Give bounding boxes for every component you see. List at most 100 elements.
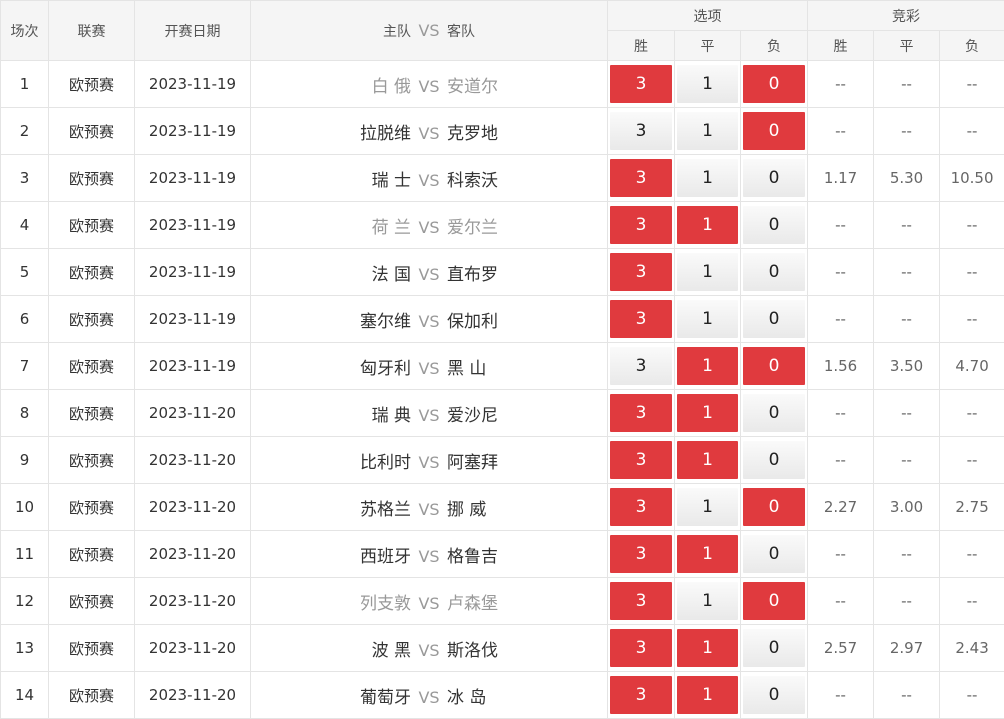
odds-lose: 4.70 [940, 343, 1004, 390]
table-row: 7欧预赛2023-11-19匈牙利VS黑 山3101.563.504.70 [1, 343, 1004, 390]
league-name: 欧预赛 [49, 390, 135, 437]
option-win-button[interactable]: 3 [610, 629, 672, 667]
option-cell: 1 [675, 390, 741, 437]
option-lose-button[interactable]: 0 [743, 535, 805, 573]
option-draw-button[interactable]: 1 [677, 65, 738, 103]
odds-lose: -- [940, 202, 1004, 249]
option-win-button[interactable]: 3 [610, 300, 672, 338]
option-lose-button[interactable]: 0 [743, 300, 805, 338]
odds-draw: 2.97 [874, 625, 940, 672]
option-lose-button[interactable]: 0 [743, 112, 805, 150]
teams-cell: 瑞 士VS科索沃 [251, 155, 608, 202]
odds-draw: -- [874, 296, 940, 343]
away-team: 安道尔 [447, 72, 607, 97]
option-lose-button[interactable]: 0 [743, 159, 805, 197]
teams-cell: 列支敦VS卢森堡 [251, 578, 608, 625]
option-cell: 0 [741, 343, 808, 390]
table-row: 14欧预赛2023-11-20葡萄牙VS冰 岛310------ [1, 672, 1004, 719]
option-cell: 3 [608, 296, 675, 343]
league-name: 欧预赛 [49, 343, 135, 390]
option-win-button[interactable]: 3 [610, 582, 672, 620]
option-draw-button[interactable]: 1 [677, 535, 738, 573]
home-team: 列支敦 [251, 589, 411, 614]
option-win-button[interactable]: 3 [610, 676, 672, 714]
match-num: 10 [1, 484, 49, 531]
option-win-button[interactable]: 3 [610, 159, 672, 197]
option-win-button[interactable]: 3 [610, 488, 672, 526]
option-cell: 1 [675, 155, 741, 202]
home-team: 法 国 [251, 260, 411, 285]
match-num: 12 [1, 578, 49, 625]
option-win-button[interactable]: 3 [610, 394, 672, 432]
teams-cell: 荷 兰VS爱尔兰 [251, 202, 608, 249]
option-cell: 1 [675, 249, 741, 296]
teams-cell: 法 国VS直布罗 [251, 249, 608, 296]
option-draw-button[interactable]: 1 [677, 347, 738, 385]
odds-lose: -- [940, 578, 1004, 625]
option-draw-button[interactable]: 1 [677, 206, 738, 244]
away-team: 爱尔兰 [447, 213, 607, 238]
header-away: 客队 [447, 21, 607, 41]
match-date: 2023-11-19 [135, 296, 251, 343]
teams-cell: 匈牙利VS黑 山 [251, 343, 608, 390]
away-team: 斯洛伐 [447, 636, 607, 661]
option-cell: 3 [608, 390, 675, 437]
vs-label: VS [411, 641, 447, 660]
option-lose-button[interactable]: 0 [743, 582, 805, 620]
odds-win: -- [808, 202, 874, 249]
odds-win: -- [808, 296, 874, 343]
option-draw-button[interactable]: 1 [677, 112, 738, 150]
odds-draw: -- [874, 249, 940, 296]
match-table: 场次 联赛 开赛日期 主队VS客队 选项 竞彩 胜 平 负 胜 平 负 1欧预赛… [0, 0, 1004, 719]
option-cell: 0 [741, 296, 808, 343]
home-team: 白 俄 [251, 72, 411, 97]
league-name: 欧预赛 [49, 578, 135, 625]
option-lose-button[interactable]: 0 [743, 629, 805, 667]
option-draw-button[interactable]: 1 [677, 253, 738, 291]
option-lose-button[interactable]: 0 [743, 253, 805, 291]
option-cell: 0 [741, 202, 808, 249]
table-row: 13欧预赛2023-11-20波 黑VS斯洛伐3102.572.972.43 [1, 625, 1004, 672]
option-cell: 3 [608, 578, 675, 625]
option-lose-button[interactable]: 0 [743, 441, 805, 479]
option-draw-button[interactable]: 1 [677, 629, 738, 667]
option-win-button[interactable]: 3 [610, 65, 672, 103]
teams-cell: 葡萄牙VS冰 岛 [251, 672, 608, 719]
option-draw-button[interactable]: 1 [677, 300, 738, 338]
odds-win: -- [808, 61, 874, 108]
option-win-button[interactable]: 3 [610, 347, 672, 385]
vs-label: VS [411, 453, 447, 472]
match-num: 1 [1, 61, 49, 108]
option-cell: 3 [608, 249, 675, 296]
option-lose-button[interactable]: 0 [743, 488, 805, 526]
option-lose-button[interactable]: 0 [743, 676, 805, 714]
odds-draw: -- [874, 390, 940, 437]
option-win-button[interactable]: 3 [610, 206, 672, 244]
option-draw-button[interactable]: 1 [677, 394, 738, 432]
table-header: 场次 联赛 开赛日期 主队VS客队 选项 竞彩 胜 平 负 胜 平 负 [1, 1, 1004, 61]
league-name: 欧预赛 [49, 625, 135, 672]
option-win-button[interactable]: 3 [610, 441, 672, 479]
option-draw-button[interactable]: 1 [677, 441, 738, 479]
table-row: 11欧预赛2023-11-20西班牙VS格鲁吉310------ [1, 531, 1004, 578]
league-name: 欧预赛 [49, 155, 135, 202]
option-lose-button[interactable]: 0 [743, 206, 805, 244]
option-draw-button[interactable]: 1 [677, 582, 738, 620]
teams-cell: 西班牙VS格鲁吉 [251, 531, 608, 578]
option-win-button[interactable]: 3 [610, 535, 672, 573]
option-lose-button[interactable]: 0 [743, 394, 805, 432]
odds-lose: -- [940, 249, 1004, 296]
option-lose-button[interactable]: 0 [743, 65, 805, 103]
odds-win: 2.57 [808, 625, 874, 672]
odds-lose: -- [940, 672, 1004, 719]
teams-cell: 瑞 典VS爱沙尼 [251, 390, 608, 437]
header-option-draw: 平 [675, 31, 741, 61]
option-win-button[interactable]: 3 [610, 253, 672, 291]
match-date: 2023-11-20 [135, 578, 251, 625]
option-win-button[interactable]: 3 [610, 112, 672, 150]
odds-draw: -- [874, 202, 940, 249]
option-lose-button[interactable]: 0 [743, 347, 805, 385]
option-draw-button[interactable]: 1 [677, 159, 738, 197]
option-draw-button[interactable]: 1 [677, 676, 738, 714]
option-draw-button[interactable]: 1 [677, 488, 738, 526]
